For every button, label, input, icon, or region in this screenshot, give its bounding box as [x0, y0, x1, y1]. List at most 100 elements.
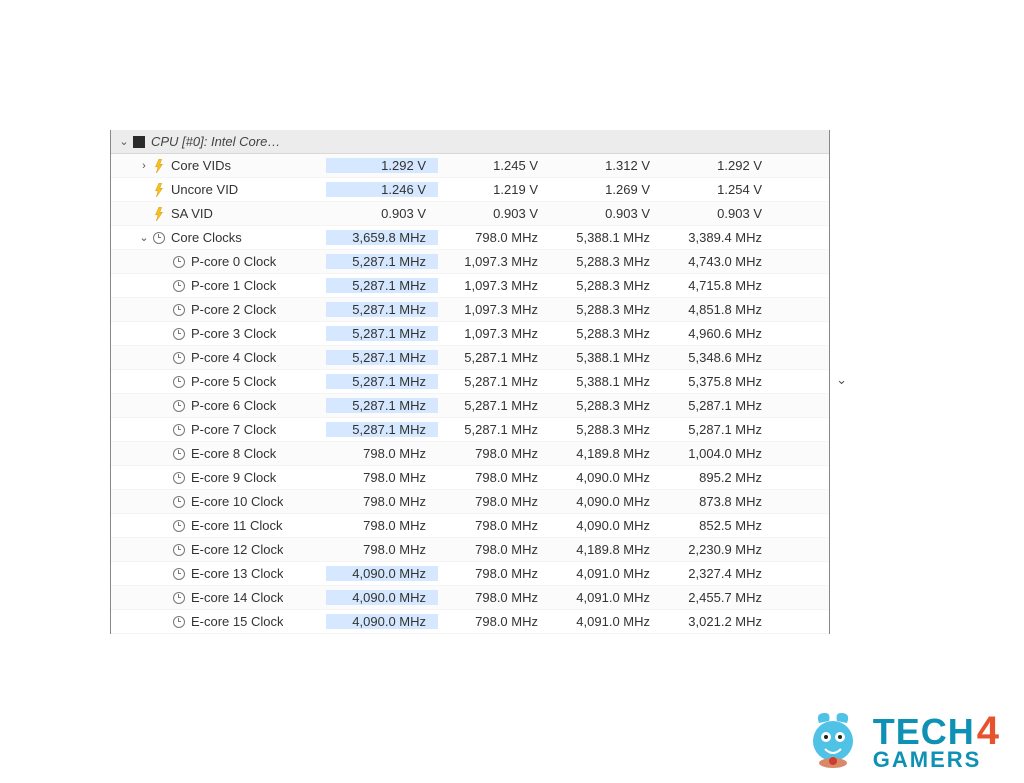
clock-icon: [171, 422, 187, 438]
row-label: P-core 4 Clock: [191, 350, 276, 365]
sensor-tree-panel: ⌄ CPU [#0]: Intel Core… ›Core VIDs1.292 …: [110, 130, 830, 634]
sensor-row-ecore8[interactable]: ·E-core 8 Clock798.0 MHz798.0 MHz4,189.8…: [111, 442, 829, 466]
row-label: P-core 6 Clock: [191, 398, 276, 413]
value-cell: 3,659.8 MHz: [326, 230, 438, 245]
value-cell: 4,090.0 MHz: [326, 614, 438, 629]
sensor-row-ecore10[interactable]: ·E-core 10 Clock798.0 MHz798.0 MHz4,090.…: [111, 490, 829, 514]
value-cell: 4,743.0 MHz: [662, 254, 774, 269]
row-label: E-core 12 Clock: [191, 542, 283, 557]
scroll-down-icon[interactable]: ⌄: [836, 372, 847, 388]
value-cell: 798.0 MHz: [326, 470, 438, 485]
value-cell: 852.5 MHz: [662, 518, 774, 533]
sensor-row-ecore14[interactable]: ·E-core 14 Clock4,090.0 MHz798.0 MHz4,09…: [111, 586, 829, 610]
sensor-row-core-vids[interactable]: ›Core VIDs1.292 V1.245 V1.312 V1.292 V: [111, 154, 829, 178]
value-cell: 4,090.0 MHz: [326, 590, 438, 605]
value-cell: 1,097.3 MHz: [438, 302, 550, 317]
value-cell: 3,021.2 MHz: [662, 614, 774, 629]
tree-header-row[interactable]: ⌄ CPU [#0]: Intel Core…: [111, 130, 829, 154]
clock-icon: [171, 494, 187, 510]
value-cell: 5,288.3 MHz: [550, 398, 662, 413]
chevron-down-icon[interactable]: ⌄: [117, 135, 131, 148]
value-cell: 5,388.1 MHz: [550, 374, 662, 389]
sensor-row-sa-vid[interactable]: ·SA VID0.903 V0.903 V0.903 V0.903 V: [111, 202, 829, 226]
value-cell: 1.312 V: [550, 158, 662, 173]
value-cell: 4,960.6 MHz: [662, 326, 774, 341]
sensor-row-uncore-vid[interactable]: ·Uncore VID1.246 V1.219 V1.269 V1.254 V: [111, 178, 829, 202]
sensor-row-pcore0[interactable]: ·P-core 0 Clock5,287.1 MHz1,097.3 MHz5,2…: [111, 250, 829, 274]
sensor-row-pcore6[interactable]: ·P-core 6 Clock5,287.1 MHz5,287.1 MHz5,2…: [111, 394, 829, 418]
sensor-row-pcore2[interactable]: ·P-core 2 Clock5,287.1 MHz1,097.3 MHz5,2…: [111, 298, 829, 322]
row-label: E-core 8 Clock: [191, 446, 276, 461]
value-cell: 3,389.4 MHz: [662, 230, 774, 245]
chevron-down-icon[interactable]: ⌄: [137, 231, 151, 244]
watermark-logo: TECH4 GAMERS: [801, 709, 1000, 773]
value-cell: 4,851.8 MHz: [662, 302, 774, 317]
chip-icon: [131, 134, 147, 150]
row-label: P-core 5 Clock: [191, 374, 276, 389]
clock-icon: [171, 302, 187, 318]
value-cell: 798.0 MHz: [438, 470, 550, 485]
sensor-row-core-clocks[interactable]: ⌄Core Clocks3,659.8 MHz798.0 MHz5,388.1 …: [111, 226, 829, 250]
value-cell: 798.0 MHz: [438, 590, 550, 605]
value-cell: 0.903 V: [662, 206, 774, 221]
value-cell: 4,189.8 MHz: [550, 542, 662, 557]
value-cell: 798.0 MHz: [438, 518, 550, 533]
clock-icon: [171, 374, 187, 390]
mascot-icon: [801, 709, 865, 773]
row-label: E-core 10 Clock: [191, 494, 283, 509]
header-label: CPU [#0]: Intel Core…: [151, 134, 280, 149]
watermark-brand-a: TECH: [873, 711, 975, 752]
value-cell: 5,287.1 MHz: [326, 350, 438, 365]
value-cell: 5,348.6 MHz: [662, 350, 774, 365]
sensor-row-pcore5[interactable]: ·P-core 5 Clock5,287.1 MHz5,287.1 MHz5,3…: [111, 370, 829, 394]
row-label: E-core 11 Clock: [191, 518, 283, 533]
clock-icon: [171, 350, 187, 366]
value-cell: 798.0 MHz: [438, 614, 550, 629]
value-cell: 5,287.1 MHz: [326, 254, 438, 269]
value-cell: 1.245 V: [438, 158, 550, 173]
sensor-row-ecore11[interactable]: ·E-core 11 Clock798.0 MHz798.0 MHz4,090.…: [111, 514, 829, 538]
value-cell: 798.0 MHz: [326, 518, 438, 533]
value-cell: 5,287.1 MHz: [326, 374, 438, 389]
value-cell: 4,090.0 MHz: [550, 518, 662, 533]
row-label: P-core 2 Clock: [191, 302, 276, 317]
sensor-row-ecore13[interactable]: ·E-core 13 Clock4,090.0 MHz798.0 MHz4,09…: [111, 562, 829, 586]
sensor-row-pcore3[interactable]: ·P-core 3 Clock5,287.1 MHz1,097.3 MHz5,2…: [111, 322, 829, 346]
value-cell: 5,287.1 MHz: [438, 350, 550, 365]
value-cell: 5,375.8 MHz: [662, 374, 774, 389]
value-cell: 1.292 V: [662, 158, 774, 173]
value-cell: 798.0 MHz: [326, 494, 438, 509]
value-cell: 2,230.9 MHz: [662, 542, 774, 557]
sensor-row-pcore4[interactable]: ·P-core 4 Clock5,287.1 MHz5,287.1 MHz5,3…: [111, 346, 829, 370]
bolt-icon: [151, 182, 167, 198]
value-cell: 5,287.1 MHz: [662, 422, 774, 437]
value-cell: 1.246 V: [326, 182, 438, 197]
value-cell: 1.254 V: [662, 182, 774, 197]
value-cell: 4,090.0 MHz: [550, 494, 662, 509]
row-label: P-core 3 Clock: [191, 326, 276, 341]
sensor-row-pcore1[interactable]: ·P-core 1 Clock5,287.1 MHz1,097.3 MHz5,2…: [111, 274, 829, 298]
value-cell: 798.0 MHz: [438, 494, 550, 509]
value-cell: 5,288.3 MHz: [550, 422, 662, 437]
value-cell: 1,097.3 MHz: [438, 254, 550, 269]
sensor-row-pcore7[interactable]: ·P-core 7 Clock5,287.1 MHz5,287.1 MHz5,2…: [111, 418, 829, 442]
value-cell: 4,090.0 MHz: [326, 566, 438, 581]
value-cell: 0.903 V: [550, 206, 662, 221]
value-cell: 5,388.1 MHz: [550, 350, 662, 365]
value-cell: 5,287.1 MHz: [326, 422, 438, 437]
clock-icon: [151, 230, 167, 246]
value-cell: 798.0 MHz: [438, 542, 550, 557]
watermark-brand-c: GAMERS: [873, 750, 1000, 771]
value-cell: 798.0 MHz: [438, 230, 550, 245]
value-cell: 2,327.4 MHz: [662, 566, 774, 581]
value-cell: 5,287.1 MHz: [438, 374, 550, 389]
value-cell: 5,287.1 MHz: [326, 326, 438, 341]
clock-icon: [171, 326, 187, 342]
value-cell: 5,287.1 MHz: [326, 398, 438, 413]
sensor-row-ecore15[interactable]: ·E-core 15 Clock4,090.0 MHz798.0 MHz4,09…: [111, 610, 829, 634]
sensor-row-ecore9[interactable]: ·E-core 9 Clock798.0 MHz798.0 MHz4,090.0…: [111, 466, 829, 490]
sensor-row-ecore12[interactable]: ·E-core 12 Clock798.0 MHz798.0 MHz4,189.…: [111, 538, 829, 562]
chevron-right-icon[interactable]: ›: [137, 160, 151, 172]
value-cell: 5,287.1 MHz: [326, 278, 438, 293]
value-cell: 1.269 V: [550, 182, 662, 197]
